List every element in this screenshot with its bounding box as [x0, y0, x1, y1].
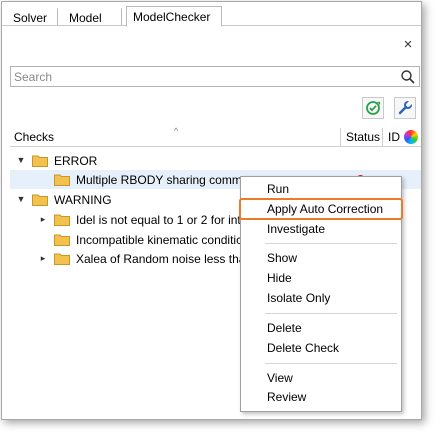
folder-icon: [54, 234, 70, 246]
menu-item-hide[interactable]: Hide: [267, 271, 292, 289]
tree-row-label: Xalea of Random noise less tha: [76, 252, 240, 266]
column-header-id[interactable]: ID: [388, 130, 400, 144]
folder-icon: [54, 253, 70, 265]
menu-item-delete-check[interactable]: Delete Check: [267, 341, 339, 359]
color-wheel-icon[interactable]: [404, 130, 418, 144]
menu-item-view[interactable]: View: [267, 371, 293, 389]
folder-icon: [54, 174, 70, 186]
tree-row-label: WARNING: [54, 193, 112, 207]
tree-row-error[interactable]: ▼ ERROR: [10, 151, 421, 170]
tree-row-label: Multiple RBODY sharing comm: [76, 173, 242, 187]
table-header: ^ Checks Status ID: [10, 126, 421, 147]
column-divider[interactable]: [382, 128, 383, 146]
tab-solver[interactable]: Solver: [6, 8, 58, 26]
menu-separator: [265, 243, 397, 244]
collapse-arrow-icon[interactable]: ▸: [38, 214, 48, 224]
column-divider[interactable]: [340, 128, 341, 146]
menu-item-isolate-only[interactable]: Isolate Only: [267, 291, 330, 309]
close-icon[interactable]: ×: [401, 37, 415, 52]
expand-arrow-icon[interactable]: ▼: [16, 194, 26, 204]
search-input[interactable]: [14, 69, 394, 85]
menu-item-delete[interactable]: Delete: [267, 321, 302, 339]
tree-row-label: ERROR: [54, 154, 98, 168]
tab-bar: Solver Model ModelChecker: [2, 2, 421, 27]
menu-item-review[interactable]: Review: [267, 390, 306, 408]
folder-icon: [32, 194, 48, 206]
settings-button[interactable]: [394, 97, 416, 119]
wrench-icon: [398, 100, 413, 115]
tree-row-label: Incompatible kinematic conditic: [76, 233, 240, 247]
tree-row-label: Idel is not equal to 1 or 2 for int: [76, 213, 240, 227]
auto-correct-icon: [366, 101, 381, 115]
menu-item-show[interactable]: Show: [267, 251, 297, 269]
column-header-checks[interactable]: Checks: [14, 130, 54, 144]
collapse-arrow-icon[interactable]: ▸: [38, 253, 48, 263]
tab-model[interactable]: Model: [62, 8, 122, 26]
sort-indicator-icon: ^: [174, 126, 179, 136]
auto-correct-button[interactable]: [362, 97, 384, 119]
menu-item-apply-auto-correction[interactable]: Apply Auto Correction: [239, 198, 403, 220]
expand-arrow-icon[interactable]: ▼: [16, 155, 26, 165]
folder-icon: [54, 214, 70, 226]
context-menu: Run Apply Auto Correction Investigate Sh…: [239, 176, 403, 412]
search-icon[interactable]: [400, 69, 416, 85]
column-header-status[interactable]: Status: [346, 130, 380, 144]
tab-modelchecker[interactable]: ModelChecker: [126, 6, 222, 27]
folder-icon: [32, 155, 48, 167]
menu-separator: [265, 363, 397, 364]
search-box: [10, 66, 420, 87]
menu-separator: [265, 313, 397, 314]
menu-item-investigate[interactable]: Investigate: [267, 222, 325, 240]
model-checker-panel: Solver Model ModelChecker × ^ Checks Sta…: [1, 1, 422, 420]
